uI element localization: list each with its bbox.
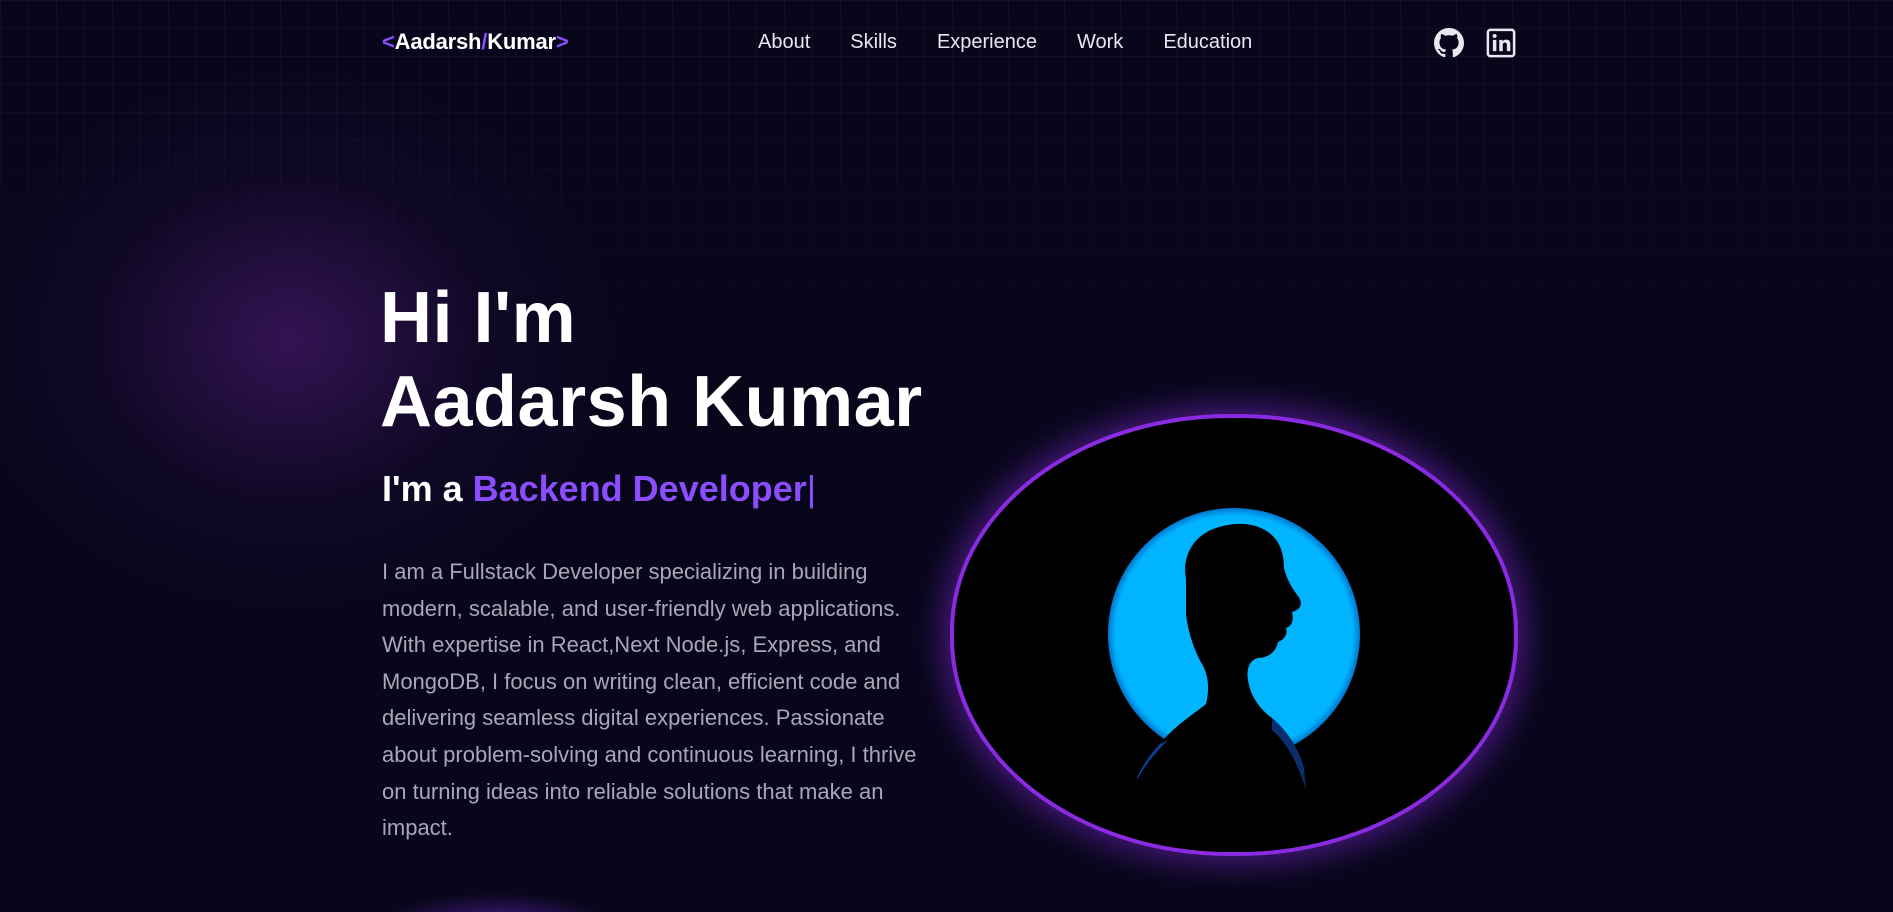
role-prefix: I'm a [382,468,473,509]
hero-heading: Hi I'm Aadarsh Kumar [380,276,923,444]
hero-bio: I am a Fullstack Developer specializing … [382,559,917,841]
nav-link-education[interactable]: Education [1163,31,1252,54]
logo-last-name: Kumar [487,29,556,54]
nav-link-about[interactable]: About [758,31,810,54]
linkedin-icon[interactable] [1486,28,1516,58]
hero-greeting: Hi I'm [380,278,577,358]
typing-cursor: | [806,468,817,509]
site-header: <Aadarsh/Kumar> About Skills Experience … [0,0,1893,86]
nav-link-skills[interactable]: Skills [850,31,897,54]
logo[interactable]: <Aadarsh/Kumar> [382,29,569,55]
logo-open-bracket: < [382,29,395,54]
profile-silhouette-image [1108,508,1360,852]
github-icon[interactable] [1434,28,1464,58]
nav-link-work[interactable]: Work [1077,31,1123,54]
profile-image-frame [950,414,1518,856]
logo-close-bracket: > [555,29,569,54]
hero-name: Aadarsh Kumar [380,362,923,442]
social-links [1434,28,1516,58]
cta-button-glow [382,892,612,912]
logo-first-name: Aadarsh [394,29,482,54]
role-typed-text: Backend Developer [472,468,807,509]
main-nav: About Skills Experience Work Education [758,31,1292,54]
page: <Aadarsh/Kumar> About Skills Experience … [0,0,1893,912]
role-line: I'm a Backend Developer| [382,468,816,510]
nav-link-experience[interactable]: Experience [937,31,1037,54]
